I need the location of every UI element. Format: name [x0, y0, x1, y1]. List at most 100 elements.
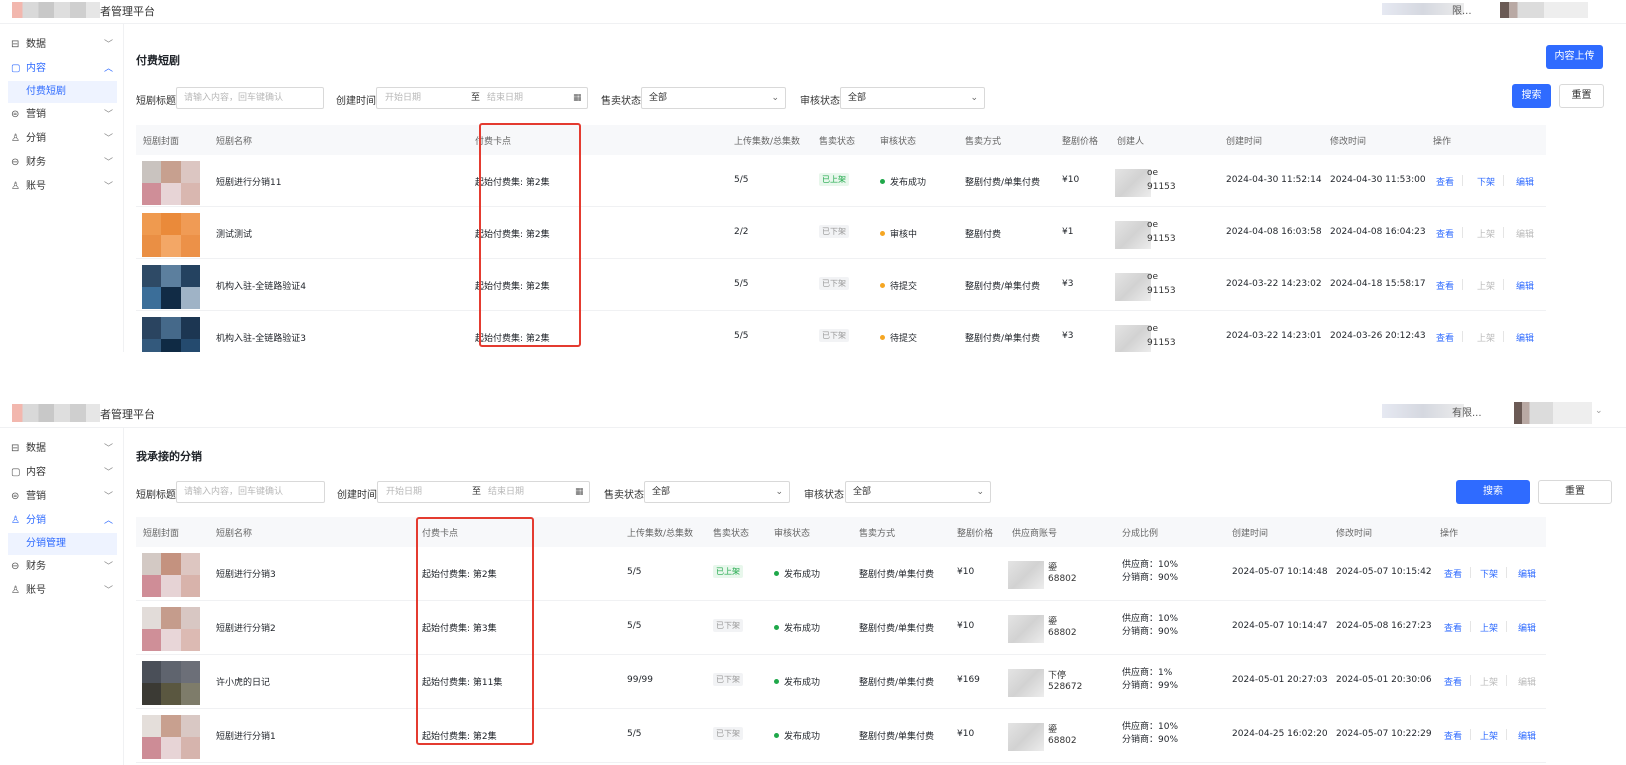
sidebar-item-content[interactable]: ▢ 内容 ﹀ — [0, 461, 123, 485]
sidebar-item-account[interactable]: ♙ 账号 ﹀ — [0, 579, 123, 603]
view-action-link[interactable]: 查看 — [1436, 279, 1454, 292]
search-button[interactable]: 搜索 — [1456, 480, 1530, 504]
edit-action-link[interactable]: 编辑 — [1516, 331, 1534, 344]
creator-name: oe — [1147, 272, 1159, 282]
edit-action-link: 编辑 — [1518, 678, 1537, 688]
title-search-input[interactable]: 请输入内容，回车键确认 — [176, 481, 325, 503]
sidebar-subitem-active[interactable]: 付费短剧 — [8, 81, 117, 103]
review-status-text: 发布成功 — [784, 678, 821, 688]
view-action-link[interactable]: 查看 — [1444, 621, 1462, 634]
sidebar-item-chart[interactable]: ⊟ 数据 ﹀ — [0, 437, 123, 461]
sidebar-item-finance[interactable]: ⊖ 财务 ﹀ — [0, 555, 123, 579]
full-price: ¥3 — [1062, 279, 1074, 289]
sale-status-value: 全部 — [649, 93, 668, 103]
chevron-down-icon: ⌄ — [976, 487, 984, 497]
sidebar-item-chart[interactable]: ⊟ 数据 ﹀ — [0, 33, 123, 57]
sidebar-subitem-active[interactable]: 分销管理 — [8, 533, 117, 555]
search-button[interactable]: 搜索 — [1512, 84, 1551, 108]
episode-count: 5/5 — [627, 621, 642, 631]
edit-action-link[interactable]: 编辑 — [1518, 729, 1536, 742]
toggle-shelf-action-link[interactable]: 上架 — [1480, 729, 1498, 742]
finance-icon: ⊖ — [11, 561, 20, 572]
toggle-shelf-action-link[interactable]: 下架 — [1480, 567, 1498, 580]
avatar[interactable] — [1500, 2, 1588, 18]
sale-status-badge: 已下架 — [713, 727, 743, 740]
view-action-link[interactable]: 查看 — [1444, 567, 1462, 580]
end-date-input[interactable]: 结束日期 — [487, 88, 523, 108]
sale-method: 整剧付费/单集付费 — [859, 678, 935, 688]
review-status-text: 待提交 — [890, 282, 918, 292]
modified-time: 2024-05-08 16:27:23 — [1336, 621, 1432, 631]
chevron-down-icon: ﹀ — [103, 586, 113, 596]
reset-button[interactable]: 重置 — [1538, 480, 1612, 504]
sidebar-item-marketing[interactable]: ⊜ 营销 ﹀ — [0, 485, 123, 509]
upload-content-button[interactable]: 内容上传 — [1546, 45, 1603, 69]
avatar[interactable] — [1514, 402, 1592, 424]
sidebar-item-distribution[interactable]: ♙ 分销 ﹀ — [0, 127, 123, 151]
distributor-share: 分销商：99% — [1122, 681, 1179, 691]
status-dot — [774, 571, 779, 576]
drama-cover-image — [142, 213, 200, 257]
review-status-text: 发布成功 — [890, 178, 927, 188]
drama-cover-image — [142, 715, 200, 759]
drama-cover-image — [142, 265, 200, 309]
highlight-paypoint-column — [479, 123, 581, 347]
drama-name: 短剧进行分销1 — [216, 732, 276, 742]
view-action-link[interactable]: 查看 — [1436, 227, 1454, 240]
date-range-picker[interactable]: 开始日期 至 结束日期 ▦ — [376, 87, 588, 109]
created-time: 2024-03-22 14:23:01 — [1226, 331, 1322, 341]
logo — [12, 2, 100, 18]
review-status-select[interactable]: 全部 ⌄ — [840, 87, 985, 109]
sale-status-select[interactable]: 全部 ⌄ — [641, 87, 786, 109]
review-status-value: 全部 — [853, 487, 872, 497]
start-date-input[interactable]: 开始日期 — [385, 88, 421, 108]
sale-method: 整剧付费/单集付费 — [965, 178, 1041, 188]
review-status-select[interactable]: 全部 ⌄ — [845, 481, 991, 503]
edit-action-link[interactable]: 编辑 — [1518, 567, 1536, 580]
column-header: 创建时间 — [1226, 137, 1263, 147]
edit-action-link[interactable]: 编辑 — [1516, 175, 1534, 188]
created-time: 2024-04-30 11:52:14 — [1226, 175, 1322, 185]
view-action-link[interactable]: 查看 — [1436, 331, 1454, 344]
sidebar-item-finance[interactable]: ⊖ 财务 ﹀ — [0, 151, 123, 175]
sidebar-item-label: 账号 — [26, 585, 46, 596]
org-name[interactable]: 有限... — [1452, 404, 1482, 419]
sale-status-badge: 已下架 — [819, 225, 849, 238]
view-action-link[interactable]: 查看 — [1436, 175, 1454, 188]
title-search-input[interactable]: 请输入内容，回车键确认 — [176, 87, 324, 109]
date-range-picker[interactable]: 开始日期 至 结束日期 ▦ — [377, 481, 590, 503]
review-status: 发布成功 — [880, 175, 926, 188]
edit-action-link[interactable]: 编辑 — [1516, 279, 1534, 292]
logo — [12, 404, 100, 422]
sidebar: ⊟ 数据 ﹀ ▢ 内容 ﹀ ⊜ 营销 ﹀ ♙ 分销 ︿ 分销管理 ⊖ 财务 ﹀ ♙ 账号 ﹀ — [0, 428, 124, 765]
column-header: 整剧价格 — [1062, 137, 1099, 147]
view-action-link[interactable]: 查看 — [1444, 675, 1462, 688]
reset-button[interactable]: 重置 — [1559, 84, 1604, 108]
supplier-avatar — [1008, 669, 1044, 697]
sidebar-item-account[interactable]: ♙ 账号 ﹀ — [0, 175, 123, 199]
sale-status-select[interactable]: 全部 ⌄ — [644, 481, 790, 503]
start-date-input[interactable]: 开始日期 — [386, 482, 422, 502]
created-time: 2024-03-22 14:23:02 — [1226, 279, 1322, 289]
toggle-shelf-action-link[interactable]: 上架 — [1480, 621, 1498, 634]
column-header: 整剧价格 — [957, 529, 994, 539]
drama-name: 短剧进行分销3 — [216, 570, 276, 580]
action-separator — [1506, 729, 1507, 740]
column-header: 操作 — [1440, 529, 1459, 539]
table-header: 短剧封面 短剧名称 付费卡点 上传集数/总集数 售卖状态 审核状态 售卖方式 整剧价格 供应商账… — [136, 517, 1546, 547]
supplier-name: 鎏 — [1048, 617, 1058, 627]
edit-action-link[interactable]: 编辑 — [1518, 621, 1536, 634]
chevron-down-icon[interactable]: ⌄ — [1595, 406, 1603, 416]
sidebar-item-marketing[interactable]: ⊜ 营销 ﹀ — [0, 103, 123, 127]
app-title: 者管理平台 — [100, 408, 155, 421]
view-action-link[interactable]: 查看 — [1444, 729, 1462, 742]
org-name[interactable]: 限... — [1452, 2, 1472, 17]
toggle-shelf-action-link[interactable]: 下架 — [1477, 175, 1495, 188]
review-status-text: 待提交 — [890, 334, 918, 344]
drama-name: 机构入驻-全链路验证3 — [216, 334, 306, 344]
sidebar-item-distribution[interactable]: ♙ 分销 ︿ — [0, 509, 123, 533]
time-filter-label: 创建时间 — [337, 490, 377, 501]
sidebar-item-content[interactable]: ▢ 内容 ︿ — [0, 57, 123, 81]
end-date-input[interactable]: 结束日期 — [488, 482, 524, 502]
chevron-down-icon: ﹀ — [103, 444, 113, 454]
